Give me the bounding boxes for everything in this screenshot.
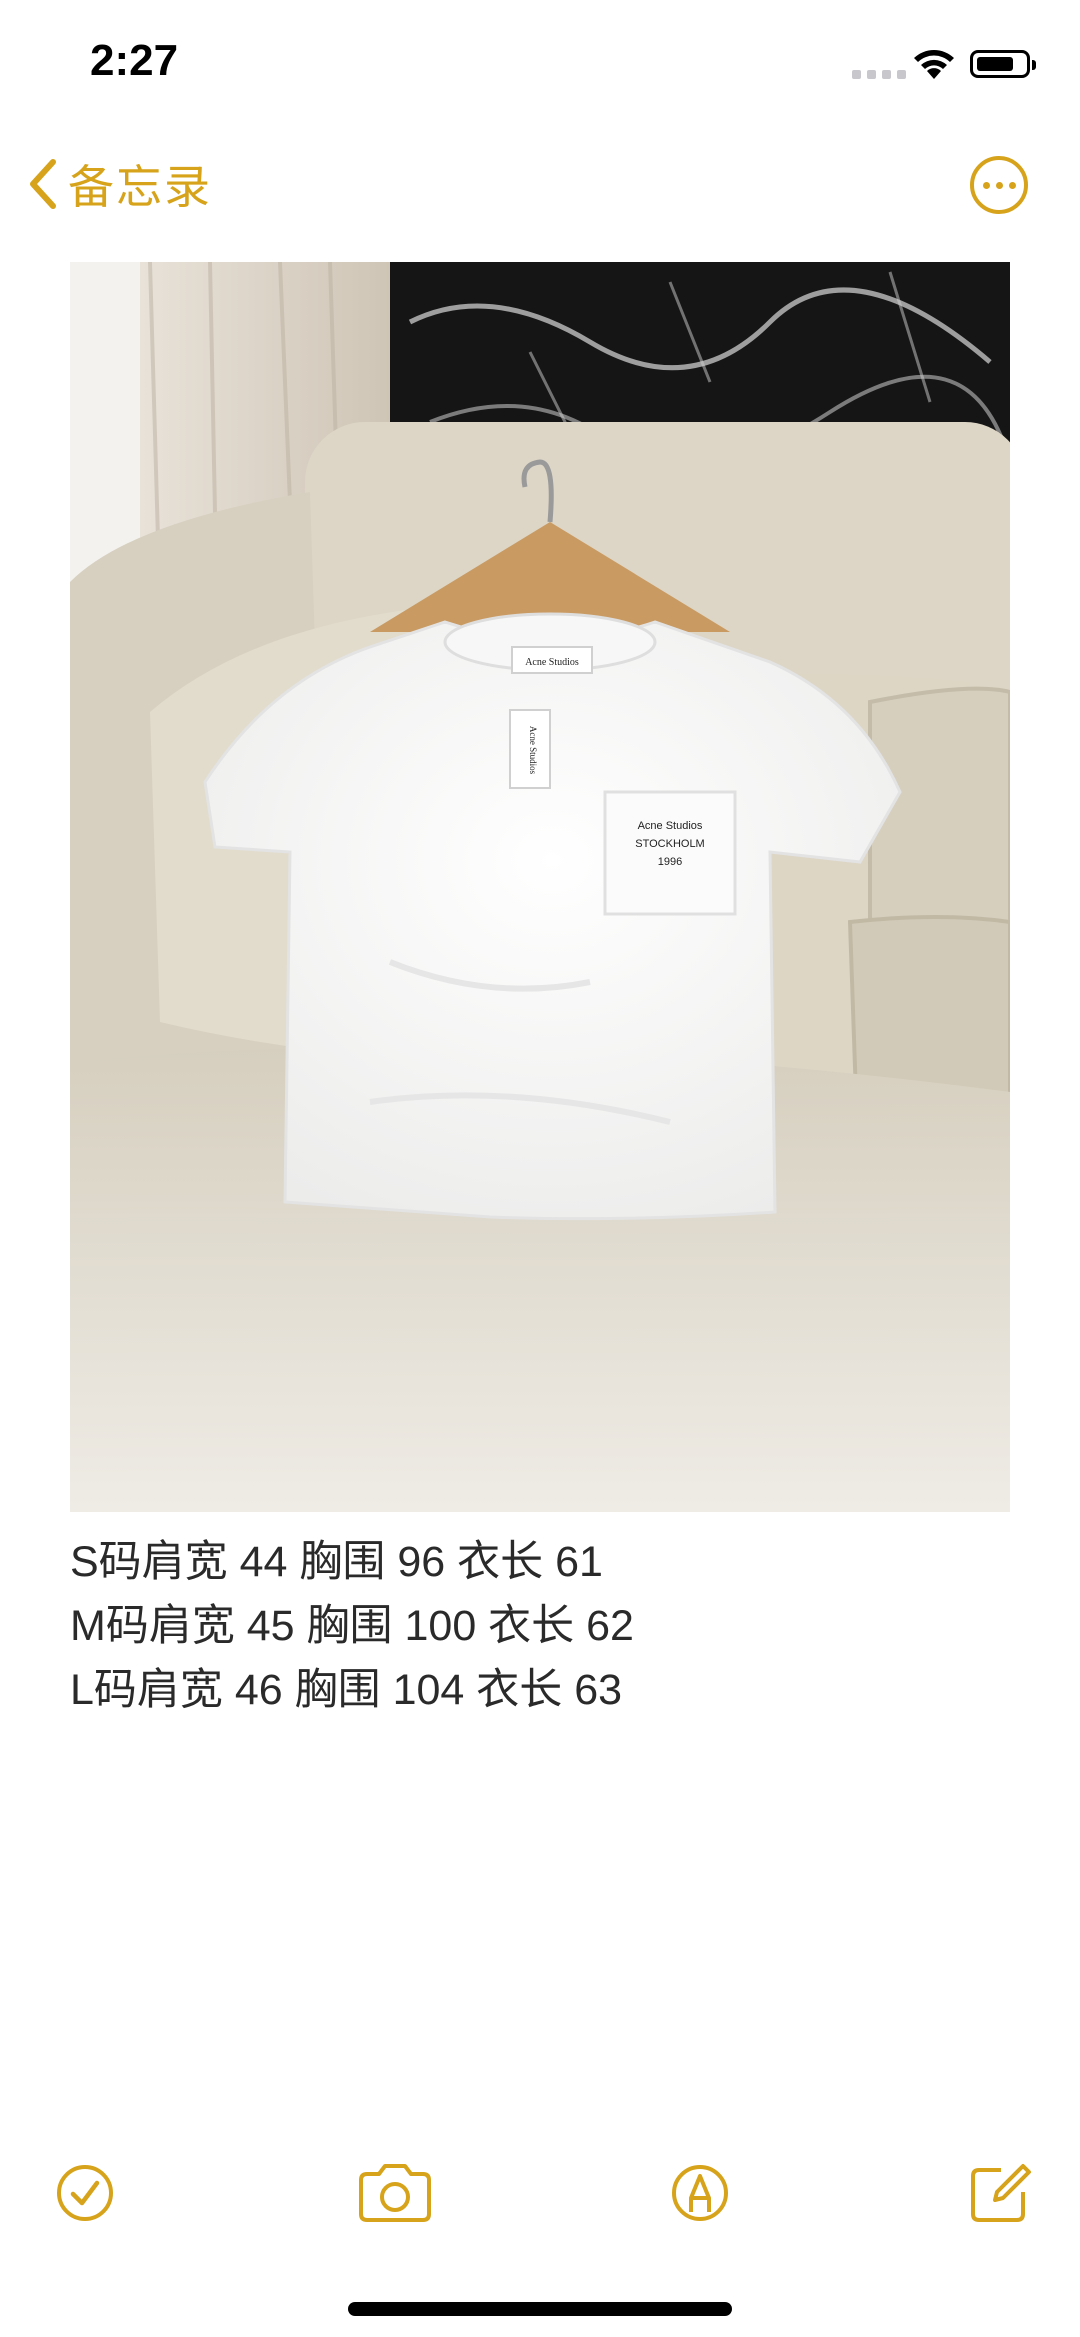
compose-button[interactable]	[965, 2158, 1035, 2228]
cellular-signal-icon	[852, 70, 906, 79]
pen-circle-icon	[672, 2165, 728, 2221]
neck-label-text: Acne Studios	[525, 657, 579, 668]
checkmark-circle-icon	[57, 2165, 113, 2221]
camera-icon	[359, 2164, 431, 2222]
pocket-line-3: 1996	[658, 856, 682, 868]
wifi-icon	[914, 50, 954, 79]
chevron-left-icon	[30, 159, 56, 209]
pocket-line-1: Acne Studios	[638, 820, 703, 832]
battery-icon	[970, 50, 1036, 78]
markup-button[interactable]	[665, 2158, 735, 2228]
back-button[interactable]: 备忘录	[28, 152, 212, 216]
checklist-button[interactable]	[50, 2158, 120, 2228]
pocket-line-2: STOCKHOLM	[635, 838, 704, 850]
note-line-m: M码肩宽 45 胸围 100 衣长 62	[70, 1602, 634, 1650]
home-indicator[interactable]	[348, 2302, 732, 2316]
tshirt-on-sofa-photo: Acne Studios Acne Studios Acne Studios S…	[70, 262, 1010, 1512]
camera-button[interactable]	[355, 2158, 435, 2228]
more-button[interactable]	[970, 156, 1028, 214]
status-bar: 2:27	[0, 0, 1080, 130]
hang-tag-text: Acne Studios	[528, 726, 538, 775]
status-time: 2:27	[90, 36, 179, 85]
nav-bar: 备忘录	[0, 130, 1080, 240]
note-line-l: L码肩宽 46 胸围 104 衣长 63	[70, 1666, 623, 1714]
back-label: 备忘录	[68, 161, 212, 213]
note-body[interactable]: S码肩宽 44 胸围 96 衣长 61 M码肩宽 45 胸围 100 衣长 62…	[70, 1530, 1010, 1722]
compose-icon	[971, 2164, 1031, 2222]
note-photo[interactable]: Acne Studios Acne Studios Acne Studios S…	[70, 262, 1010, 1512]
note-line-s: S码肩宽 44 胸围 96 衣长 61	[70, 1538, 603, 1586]
ellipsis-circle-icon	[982, 181, 990, 189]
